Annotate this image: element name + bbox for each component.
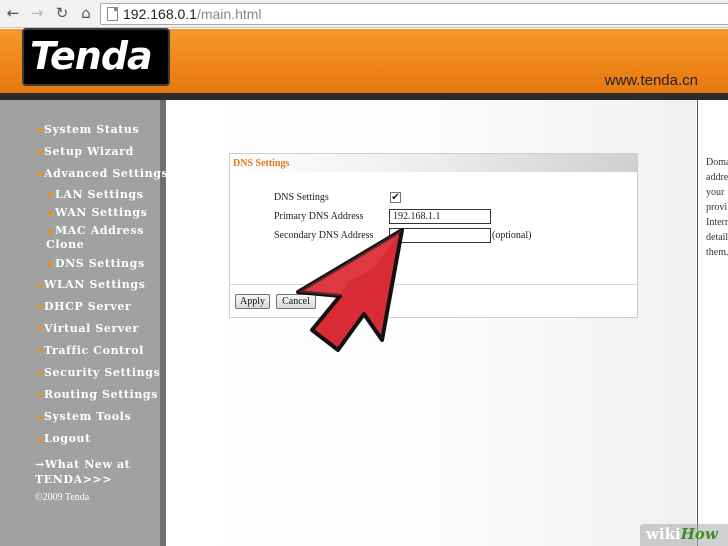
sidebar-item-system-status[interactable]: System Status xyxy=(37,123,139,136)
sidebar-item-wan-settings[interactable]: WAN Settings xyxy=(48,206,147,219)
bullet-icon xyxy=(37,415,41,419)
sidebar-item-label: Clone xyxy=(46,238,85,251)
sidebar-item-logout[interactable]: Logout xyxy=(37,432,91,445)
help-line: your xyxy=(706,187,725,198)
help-line: Doma xyxy=(706,157,728,168)
dns-enable-checkbox[interactable]: ✔ xyxy=(390,192,401,203)
site-url: www.tenda.cn xyxy=(604,72,698,89)
bullet-icon xyxy=(48,262,52,266)
sidebar-item-advanced-settings[interactable]: Advanced Settings xyxy=(37,167,168,180)
wikihow-logo: wikiHow xyxy=(646,525,718,543)
sidebar-item-setup-wizard[interactable]: Setup Wizard xyxy=(37,145,134,158)
sidebar-item-label: DNS Settings xyxy=(55,257,145,270)
forward-arrow-icon[interactable]: → xyxy=(28,4,46,22)
sidebar-item-dhcp-server[interactable]: DHCP Server xyxy=(37,300,131,313)
whats-new-link-line2[interactable]: TENDA>>> xyxy=(35,473,112,486)
url-path: /main.html xyxy=(196,6,262,22)
sidebar-item-label: MAC Address xyxy=(55,224,144,237)
bullet-icon xyxy=(48,211,52,215)
bullet-icon xyxy=(37,172,41,176)
sidebar-item-label: Advanced Settings xyxy=(44,167,169,180)
header-divider xyxy=(0,93,728,100)
bullet-icon xyxy=(37,305,41,309)
dns-enable-label: DNS Settings xyxy=(274,192,329,203)
how-text: How xyxy=(680,525,718,543)
sidebar-item-label: Logout xyxy=(44,432,91,445)
wikihow-watermark: wikiHow xyxy=(640,524,728,546)
tenda-logo: Tenda xyxy=(22,28,170,86)
home-icon[interactable]: ⌂ xyxy=(77,4,95,22)
copyright: ©2009 Tenda xyxy=(35,492,90,503)
sidebar-item-label: Setup Wizard xyxy=(44,145,134,158)
help-line: detail xyxy=(706,232,728,243)
sidebar-item-wlan-settings[interactable]: WLAN Settings xyxy=(37,278,145,291)
sidebar-item-label: Virtual Server xyxy=(44,322,139,335)
sidebar-item-label: Security Settings xyxy=(44,366,161,379)
bullet-icon xyxy=(48,193,52,197)
sidebar-item-label: WLAN Settings xyxy=(44,278,146,291)
url-text[interactable]: 192.168.0.1/main.html xyxy=(123,6,262,22)
sidebar-item-label: WAN Settings xyxy=(55,206,148,219)
sidebar-item-label: System Status xyxy=(44,123,140,136)
apply-button[interactable]: Apply xyxy=(235,294,270,309)
whats-new-link[interactable]: →What New at xyxy=(35,458,130,471)
logo-text: Tenda xyxy=(30,34,153,78)
panel-title-bar: DNS Settings xyxy=(230,154,637,172)
bullet-icon xyxy=(37,393,41,397)
bullet-icon xyxy=(37,327,41,331)
sidebar-item-routing-settings[interactable]: Routing Settings xyxy=(37,388,158,401)
help-line: Intern xyxy=(706,217,728,228)
sidebar-item-dns-settings[interactable]: DNS Settings xyxy=(48,257,145,270)
bullet-icon xyxy=(37,349,41,353)
optional-label: (optional) xyxy=(492,230,532,241)
sidebar-item-mac-address-clone-line2[interactable]: Clone xyxy=(46,238,84,251)
back-arrow-icon[interactable]: ← xyxy=(4,4,22,22)
sidebar-item-lan-settings[interactable]: LAN Settings xyxy=(48,188,144,201)
bullet-icon xyxy=(37,371,41,375)
sidebar-item-label: Routing Settings xyxy=(44,388,159,401)
bullet-icon xyxy=(37,437,41,441)
help-line: addre xyxy=(706,172,728,183)
help-line: provi xyxy=(706,202,728,213)
help-line: them. xyxy=(706,247,728,258)
sidebar-item-label: System Tools xyxy=(44,410,132,423)
whats-new-label-2: TENDA>>> xyxy=(35,473,113,486)
bullet-icon xyxy=(48,229,52,233)
url-host: 192.168.0.1 xyxy=(123,6,197,22)
address-bar[interactable]: 192.168.0.1/main.html xyxy=(100,3,728,25)
sidebar-item-label: DHCP Server xyxy=(44,300,132,313)
pointer-arrow-icon xyxy=(296,228,404,352)
sidebar-item-label: Traffic Control xyxy=(44,344,144,357)
sidebar-item-system-tools[interactable]: System Tools xyxy=(37,410,131,423)
sidebar-item-traffic-control[interactable]: Traffic Control xyxy=(37,344,144,357)
bullet-icon xyxy=(37,128,41,132)
panel-title: DNS Settings xyxy=(233,158,290,169)
whats-new-label: →What New at xyxy=(35,458,131,471)
sidebar-item-virtual-server[interactable]: Virtual Server xyxy=(37,322,139,335)
bullet-icon xyxy=(37,150,41,154)
sidebar-item-mac-address-clone[interactable]: MAC Address xyxy=(48,224,144,237)
primary-dns-label: Primary DNS Address xyxy=(274,211,364,222)
sidebar-item-security-settings[interactable]: Security Settings xyxy=(37,366,160,379)
bullet-icon xyxy=(37,283,41,287)
sidebar-item-label: LAN Settings xyxy=(55,188,144,201)
page-icon xyxy=(107,7,118,21)
wiki-text: wiki xyxy=(646,525,681,543)
reload-icon[interactable]: ↻ xyxy=(53,4,71,22)
browser-toolbar: ← → ↻ ⌂ 192.168.0.1/main.html xyxy=(0,0,728,28)
help-text: Doma addre your provi Intern detail them… xyxy=(706,155,728,260)
